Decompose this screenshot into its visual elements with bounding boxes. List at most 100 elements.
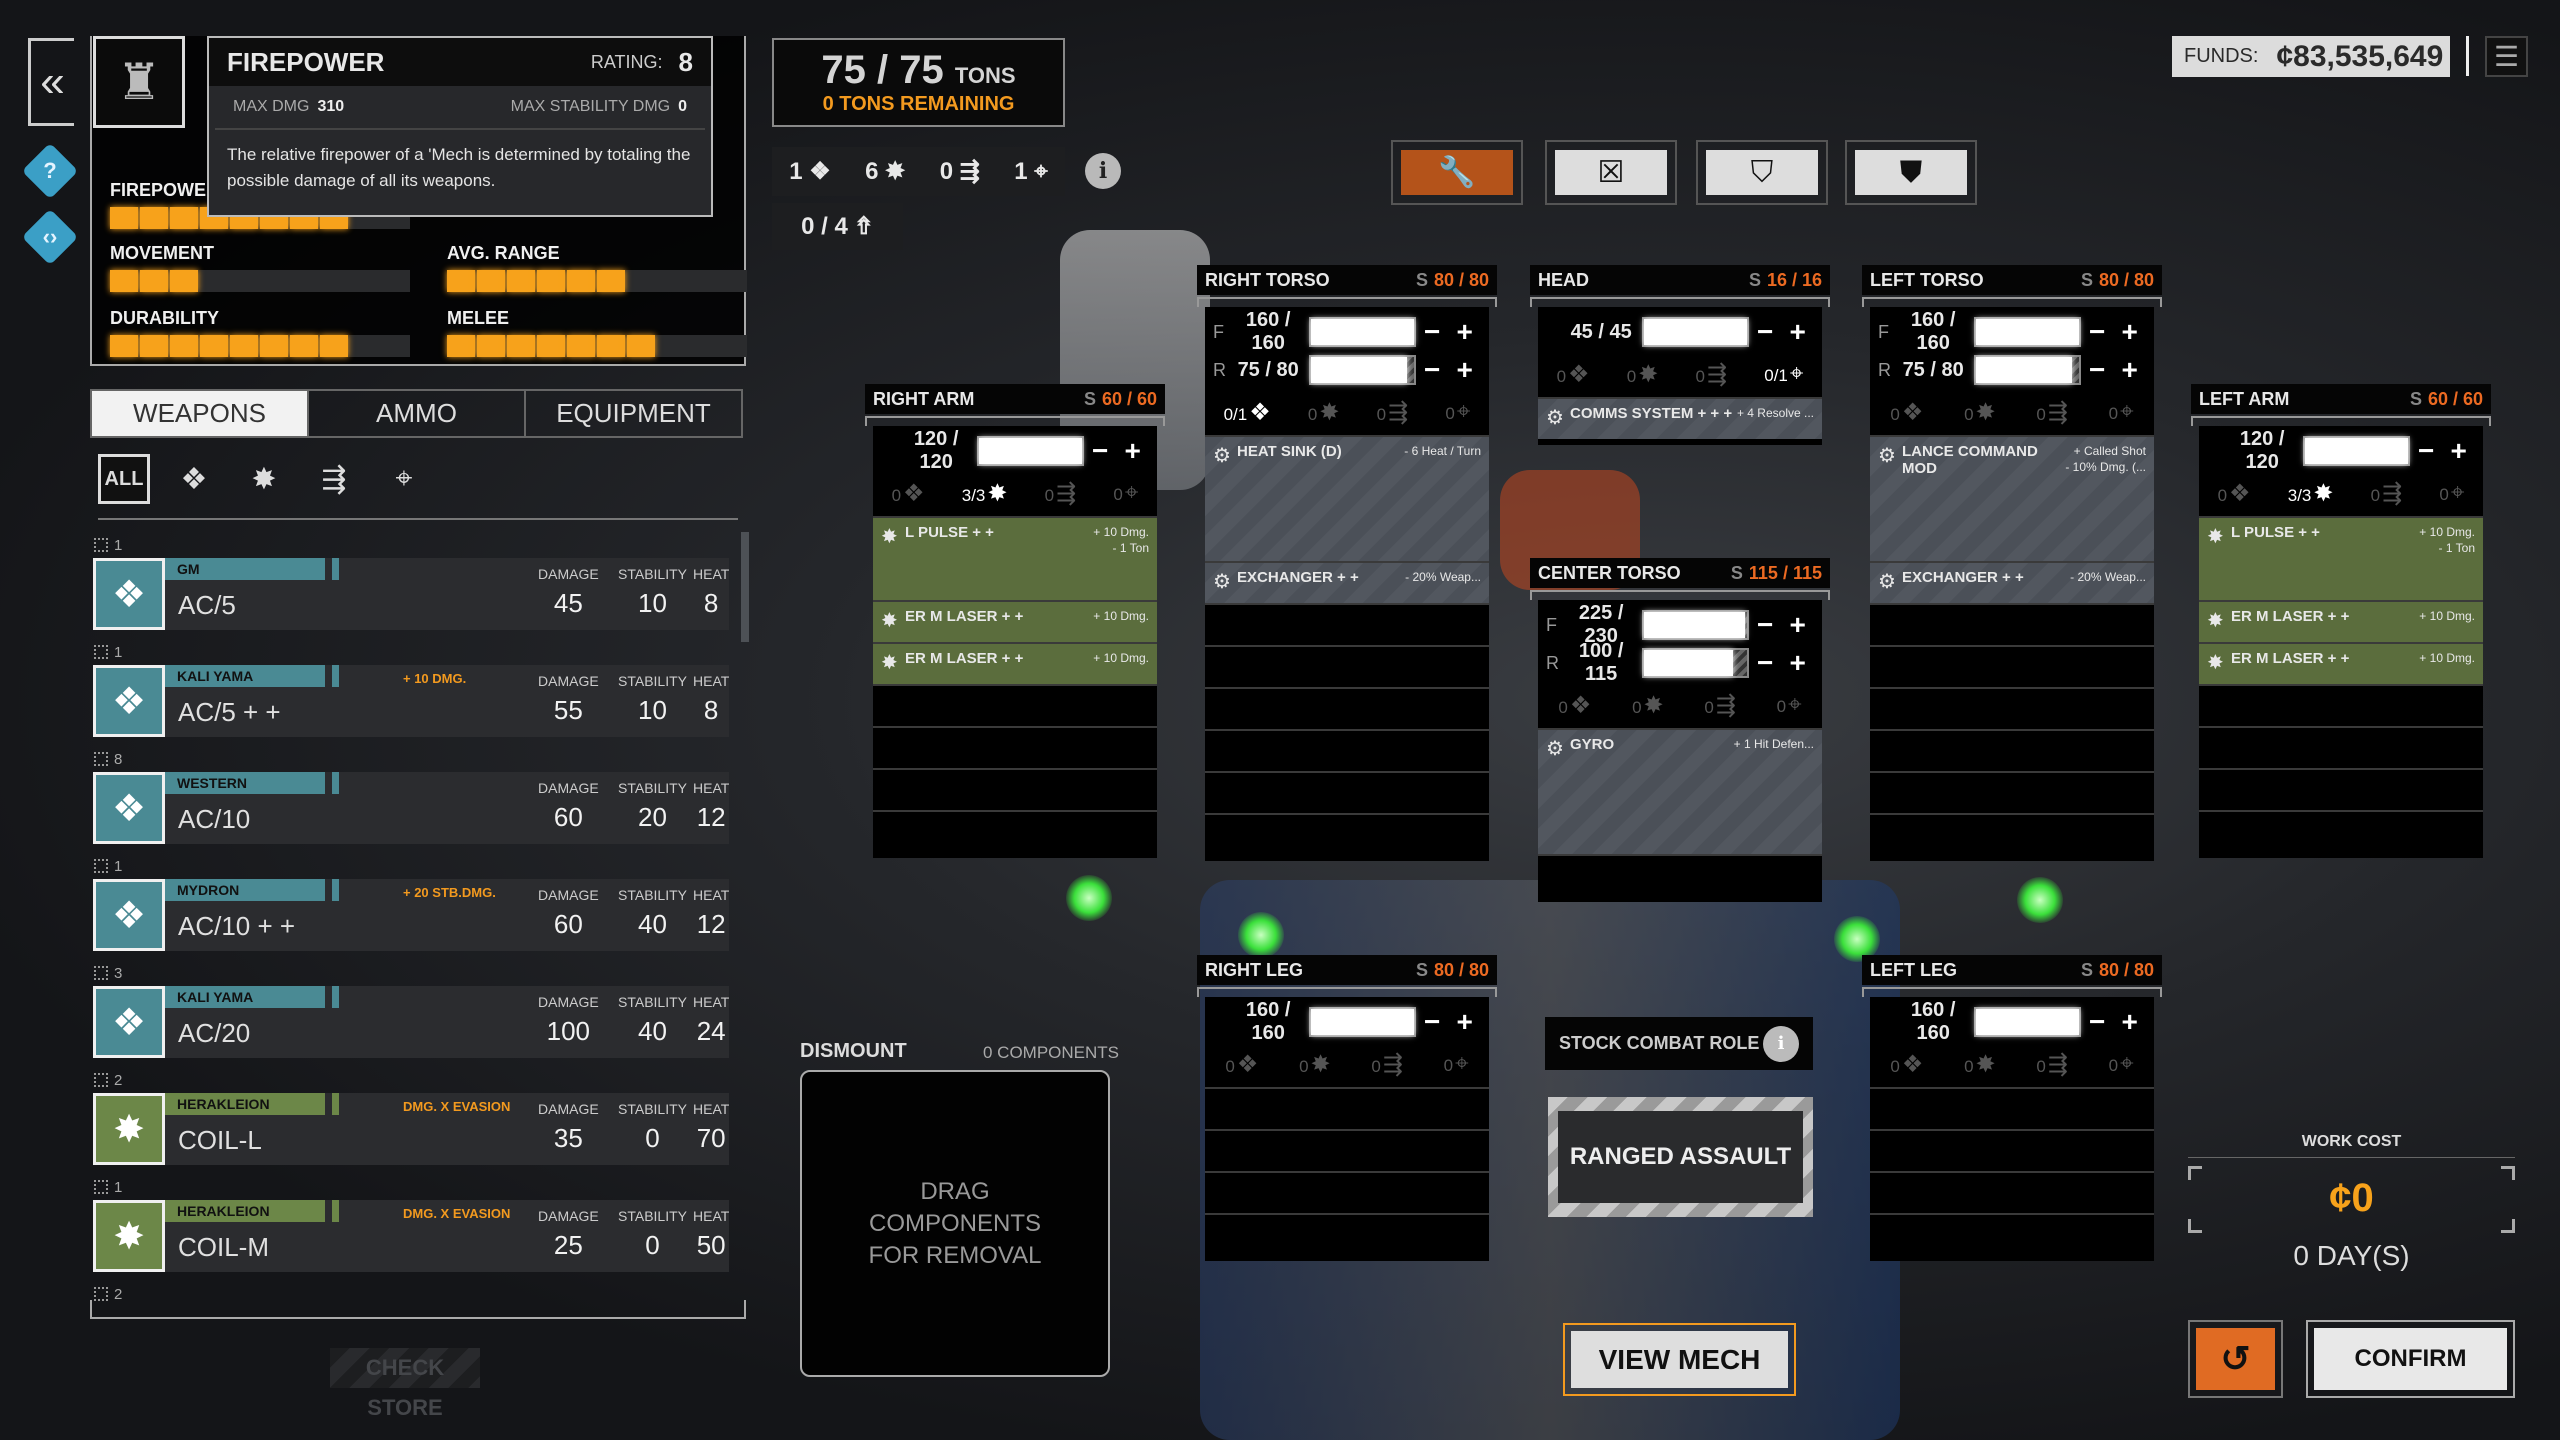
armor-increase-button[interactable]: + [1448, 316, 1481, 348]
weapon-row[interactable]: ❖ WESTERN AC/10 DAMAGE 60 STABILITY 20 HEAT 12 [93, 772, 729, 844]
armor-increase-button[interactable]: + [1448, 1006, 1481, 1038]
component-slot[interactable]: ⚙ HEAT SINK (D) - 6 Heat / Turn [1205, 435, 1489, 561]
armor-decrease-button[interactable]: − [1749, 316, 1782, 348]
weapon-row[interactable]: ✸ HERAKLEION COIL-L DMG. X EVASION DAMAGE 35 S… [93, 1093, 729, 1165]
mech-thumbnail[interactable]: ♜ [93, 36, 185, 128]
empty-slot[interactable] [873, 726, 1157, 768]
component-slot[interactable]: ⚙ GYRO + 1 Hit Defen... [1538, 728, 1822, 854]
empty-slot[interactable] [1870, 813, 2154, 855]
empty-slot[interactable] [1870, 771, 2154, 813]
armor-increase-button[interactable]: + [2442, 435, 2475, 467]
empty-slot[interactable] [1870, 729, 2154, 771]
filter-all-button[interactable]: ALL [98, 454, 150, 504]
empty-slot[interactable] [1205, 813, 1489, 855]
empty-slot[interactable] [1538, 854, 1822, 896]
armor-slider[interactable] [1641, 610, 1749, 640]
undo-button[interactable]: ↺ [2188, 1320, 2283, 1398]
component-slot[interactable]: ✸ ER M LASER + + + 10 Dmg. [2199, 642, 2483, 684]
empty-slot[interactable] [1870, 1171, 2154, 1213]
component-slot[interactable]: ⚙ EXCHANGER + + - 20% Weap... [1205, 561, 1489, 603]
armor-decrease-button[interactable]: − [1084, 435, 1117, 467]
empty-slot[interactable] [2199, 684, 2483, 726]
back-button[interactable]: « [28, 38, 74, 126]
armor-increase-button[interactable]: + [1781, 647, 1814, 679]
empty-slot[interactable] [873, 684, 1157, 726]
empty-slot[interactable] [2199, 810, 2483, 852]
menu-button[interactable]: ☰ [2485, 36, 2528, 77]
list-item[interactable]: 1 ❖ KALI YAMA AC/5 + + + 10 DMG. DAMAGE 55 STAB… [90, 639, 732, 746]
component-slot[interactable]: ✸ L PULSE + + + 10 Dmg. - 1 Ton [2199, 516, 2483, 600]
armor-slider[interactable] [1641, 648, 1749, 678]
empty-slot[interactable] [1870, 1129, 2154, 1171]
armor-slider[interactable] [976, 436, 1084, 466]
filter-missile-button[interactable]: ⇶ [308, 454, 360, 504]
empty-slot[interactable] [873, 810, 1157, 852]
armor-decrease-button[interactable]: − [1416, 354, 1449, 386]
list-scrollbar[interactable] [741, 532, 749, 642]
armor-decrease-button[interactable]: − [2081, 1006, 2114, 1038]
armor-increase-button[interactable]: + [1781, 316, 1814, 348]
weapon-row[interactable]: ❖ GM AC/5 DAMAGE 45 STABILITY 10 HEAT 8 [93, 558, 729, 630]
armor-slider[interactable] [1308, 355, 1416, 385]
help-button[interactable]: ? [21, 142, 79, 200]
empty-slot[interactable] [2199, 726, 2483, 768]
armor-decrease-button[interactable]: − [1416, 1006, 1449, 1038]
check-store-button[interactable]: CHECK STORE [330, 1348, 480, 1420]
tab-ammo[interactable]: AMMO [309, 391, 526, 436]
code-button[interactable]: ‹› [21, 208, 79, 266]
armor-slider[interactable] [1973, 317, 2081, 347]
component-slot[interactable]: ✸ ER M LASER + + + 10 Dmg. [2199, 600, 2483, 642]
armor-decrease-button[interactable]: − [2081, 354, 2114, 386]
combat-role-info-button[interactable]: i [1763, 1025, 1799, 1062]
armor-increase-button[interactable]: + [1448, 354, 1481, 386]
armor-increase-button[interactable]: + [2113, 354, 2146, 386]
component-slot[interactable]: ✸ ER M LASER + + + 10 Dmg. [873, 600, 1157, 642]
max-armor-button[interactable]: ⛊ [1845, 140, 1977, 205]
repair-tool-button[interactable]: 🔧 [1391, 140, 1523, 205]
component-slot[interactable]: ✸ L PULSE + + + 10 Dmg. - 1 Ton [873, 516, 1157, 600]
empty-slot[interactable] [1205, 645, 1489, 687]
weapon-row[interactable]: ❖ KALI YAMA AC/5 + + + 10 DMG. DAMAGE 55 STABI… [93, 665, 729, 737]
empty-slot[interactable] [1870, 1213, 2154, 1255]
weapon-row[interactable]: ✸ HERAKLEION COIL-M DMG. X EVASION DAMAGE 25 S… [93, 1200, 729, 1272]
component-slot[interactable]: ⚙ COMMS SYSTEM + + + + 4 Resolve ... [1538, 397, 1822, 439]
armor-increase-button[interactable]: + [2113, 316, 2146, 348]
list-item[interactable]: 1 ❖ GM AC/5 DAMAGE 45 STABILITY 10 HEAT 8 [90, 532, 732, 639]
empty-slot[interactable] [873, 768, 1157, 810]
dismount-dropzone[interactable]: DRAG COMPONENTS FOR REMOVAL [800, 1070, 1110, 1377]
armor-decrease-button[interactable]: − [2410, 435, 2443, 467]
armor-slider[interactable] [1308, 1007, 1416, 1037]
empty-slot[interactable] [1205, 1213, 1489, 1255]
component-slot[interactable]: ✸ ER M LASER + + + 10 Dmg. [873, 642, 1157, 684]
tab-weapons[interactable]: WEAPONS [92, 391, 309, 436]
empty-slot[interactable] [1205, 603, 1489, 645]
info-button[interactable]: i [1085, 153, 1121, 189]
empty-slot[interactable] [1870, 603, 2154, 645]
empty-slot[interactable] [1205, 729, 1489, 771]
filter-energy-button[interactable]: ✸ [238, 454, 290, 504]
tab-equipment[interactable]: EQUIPMENT [526, 391, 741, 436]
armor-decrease-button[interactable]: − [1749, 609, 1782, 641]
armor-decrease-button[interactable]: − [1749, 647, 1782, 679]
component-slot[interactable]: ⚙ LANCE COMMAND MOD + Called Shot - 10% Dmg… [1870, 435, 2154, 561]
list-item[interactable]: 1 ✸ HERAKLEION COIL-M DMG. X EVASION DAMAGE 25… [90, 1174, 732, 1281]
armor-decrease-button[interactable]: − [2081, 316, 2114, 348]
armor-slider[interactable] [2302, 436, 2410, 466]
empty-slot[interactable] [1205, 771, 1489, 813]
armor-slider[interactable] [1308, 317, 1416, 347]
empty-slot[interactable] [1205, 687, 1489, 729]
armor-slider[interactable] [1973, 355, 2081, 385]
strip-structure-button[interactable]: ⛉ [1696, 140, 1828, 205]
empty-slot[interactable] [2199, 768, 2483, 810]
empty-slot[interactable] [1205, 1087, 1489, 1129]
armor-decrease-button[interactable]: − [1416, 316, 1449, 348]
list-item[interactable]: 2 ✸ HERAKLEION COIL-L DMG. X EVASION DAMAGE 35… [90, 1067, 732, 1174]
empty-slot[interactable] [1205, 1129, 1489, 1171]
armor-slider[interactable] [1973, 1007, 2081, 1037]
filter-ballistic-button[interactable]: ❖ [168, 454, 220, 504]
weapon-row[interactable]: ❖ KALI YAMA AC/20 DAMAGE 100 STABILITY 40 HEAT 2… [93, 986, 729, 1058]
component-slot[interactable]: ⚙ EXCHANGER + + - 20% Weap... [1870, 561, 2154, 603]
empty-slot[interactable] [1870, 645, 2154, 687]
list-item[interactable]: 3 ❖ KALI YAMA AC/20 DAMAGE 100 STABILITY 40 HEAT… [90, 960, 732, 1067]
view-mech-button[interactable]: VIEW MECH [1563, 1323, 1796, 1396]
